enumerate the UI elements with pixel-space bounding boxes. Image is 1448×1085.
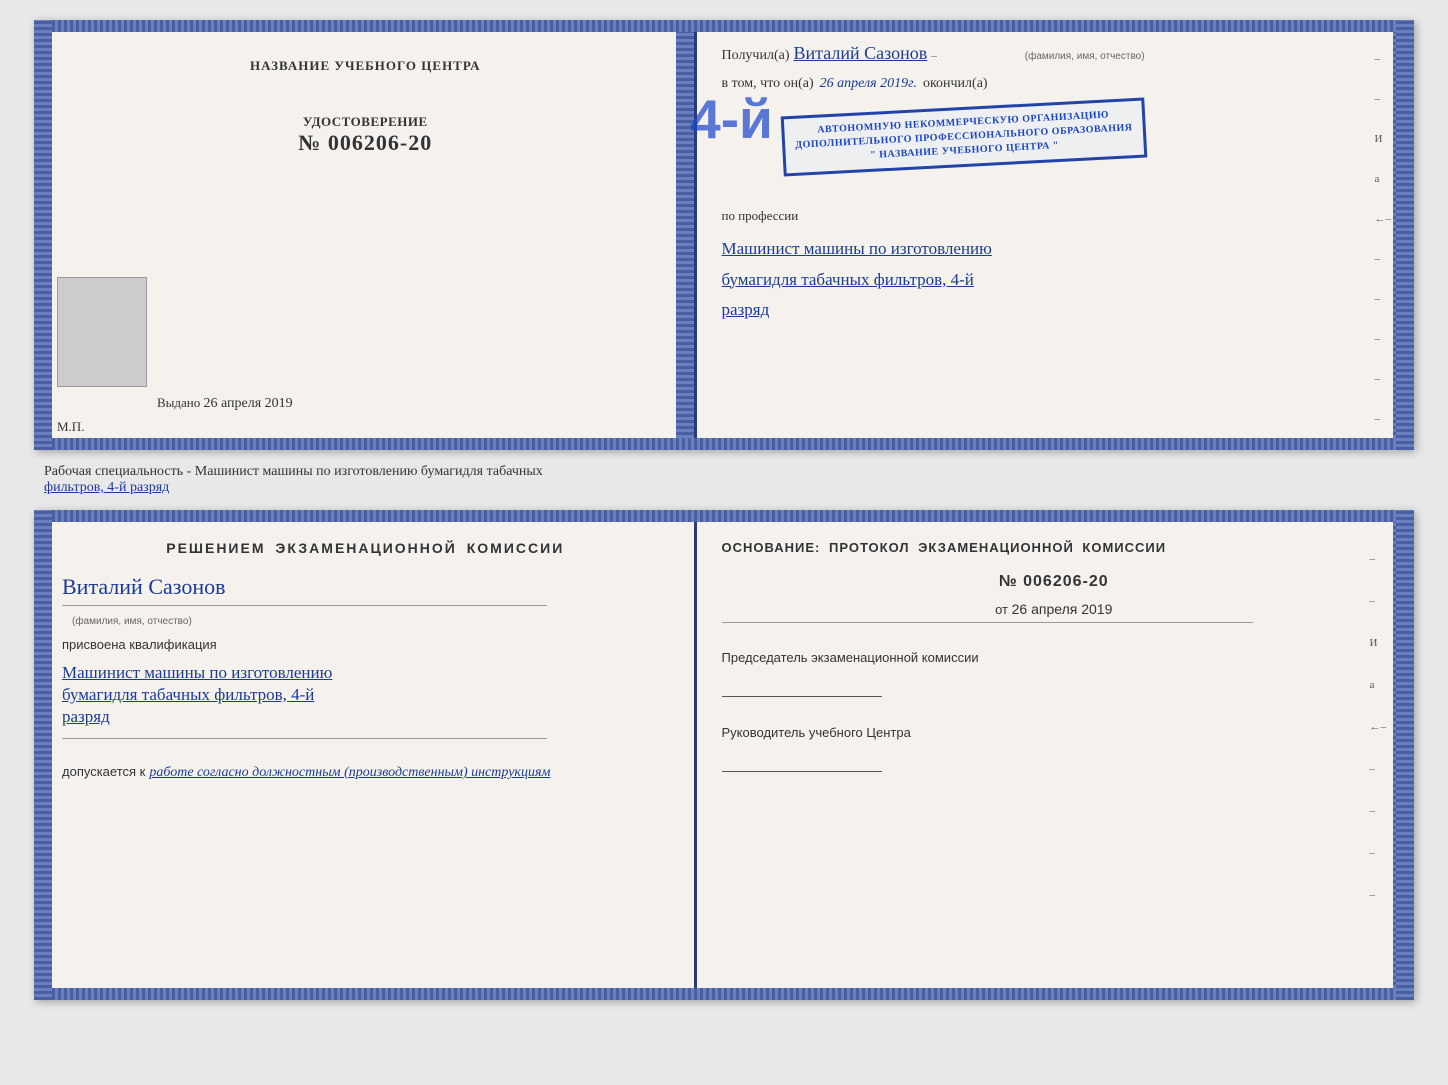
- received-label: Получил(а): [722, 48, 790, 64]
- border-right-b: [1396, 510, 1414, 1000]
- bottom-left-page: Решением экзаменационной комиссии Витали…: [37, 513, 697, 997]
- name-line: Виталий Сазонов (фамилия, имя, отчество): [62, 574, 669, 629]
- bottom-certificate-book: Решением экзаменационной комиссии Витали…: [34, 510, 1414, 1000]
- border-top-b: [34, 510, 1414, 522]
- allows-hw: работе согласно должностным (производств…: [149, 765, 550, 781]
- date-divider: [722, 622, 1254, 623]
- border-bottom: [34, 438, 1414, 450]
- cert-number: № 006206-20: [298, 130, 432, 156]
- bottom-name-hw: Виталий Сазонов: [62, 574, 669, 600]
- finished-label: окончил(а): [923, 76, 988, 92]
- border-left-b: [34, 510, 52, 1000]
- training-center-title: НАЗВАНИЕ УЧЕБНОГО ЦЕНТРА: [250, 58, 481, 74]
- issued-line: Выдано 26 апреля 2019: [157, 395, 293, 412]
- cert-number-block: УДОСТОВЕРЕНИЕ № 006206-20: [298, 114, 432, 156]
- from-date: от 26 апреля 2019: [722, 601, 1386, 617]
- from-date-val: 26 апреля 2019: [1012, 601, 1113, 617]
- profession-hw3: разряд: [722, 295, 1386, 326]
- stamp-box: АВТОНОМНУЮ НЕКОММЕРЧЕСКУЮ ОРГАНИЗАЦИЮ ДО…: [780, 98, 1146, 177]
- name-hint: (фамилия, имя, отчество): [72, 616, 192, 627]
- border-bottom-b: [34, 988, 1414, 1000]
- cert-label: УДОСТОВЕРЕНИЕ: [298, 114, 432, 130]
- issued-label: Выдано: [157, 395, 200, 410]
- stamp-area: 4-й АВТОНОМНУЮ НЕКОММЕРЧЕСКУЮ ОРГАНИЗАЦИ…: [722, 102, 1386, 192]
- received-line: Получил(а) Виталий Сазонов – (фамилия, и…: [722, 43, 1386, 64]
- recipient-hint: (фамилия, имя, отчество): [1025, 51, 1145, 62]
- info-text: Рабочая специальность - Машинист машины …: [44, 464, 543, 479]
- top-certificate-book: НАЗВАНИЕ УЧЕБНОГО ЦЕНТРА УДОСТОВЕРЕНИЕ №…: [34, 20, 1414, 450]
- protocol-number: № 006206-20: [722, 573, 1386, 591]
- decision-title: Решением экзаменационной комиссии: [62, 538, 669, 559]
- qual-hw3: разряд: [62, 700, 669, 734]
- profession-label: по профессии: [722, 208, 1386, 224]
- from-label: от: [995, 602, 1008, 617]
- side-dashes-right: – – И а ←– – – – –: [1369, 553, 1386, 901]
- border-top: [34, 20, 1414, 32]
- chairman-signature: [722, 672, 882, 697]
- tom-date: 26 апреля 2019г.: [820, 76, 917, 92]
- info-bar: Рабочая специальность - Машинист машины …: [34, 458, 1414, 502]
- issued-date: 26 апреля 2019: [204, 396, 293, 411]
- qual-divider: [62, 738, 547, 739]
- mp-label: М.П.: [57, 419, 84, 435]
- document-wrapper: НАЗВАНИЕ УЧЕБНОГО ЦЕНТРА УДОСТОВЕРЕНИЕ №…: [34, 20, 1414, 1000]
- recipient-name: Виталий Сазонов: [794, 43, 928, 64]
- top-right-page: Получил(а) Виталий Сазонов – (фамилия, и…: [697, 23, 1411, 447]
- tom-line: в том, что он(а) 26 апреля 2019г. окончи…: [722, 76, 1386, 92]
- top-left-page: НАЗВАНИЕ УЧЕБНОГО ЦЕНТРА УДОСТОВЕРЕНИЕ №…: [37, 23, 697, 447]
- chairman-label: Председатель экзаменационной комиссии: [722, 648, 1386, 668]
- border-left: [34, 20, 52, 450]
- profession-hw1: Машинист машины по изготовлению: [722, 234, 1386, 265]
- chairman-block: Председатель экзаменационной комиссии: [722, 648, 1386, 703]
- director-block: Руководитель учебного Центра: [722, 723, 1386, 778]
- assigned-label: присвоена квалификация: [62, 637, 669, 652]
- profession-hw2: бумагидля табачных фильтров, 4-й: [722, 265, 1386, 296]
- side-dashes: – – И а ←– – – – – –: [1374, 53, 1391, 425]
- director-signature: [722, 747, 882, 772]
- info-text2: фильтров, 4-й разряд: [44, 480, 169, 495]
- name-divider: [62, 605, 547, 606]
- basis-title: Основание: протокол экзаменационной коми…: [722, 538, 1386, 558]
- photo-placeholder: [57, 277, 147, 387]
- allows-line: допускается к работе согласно должностны…: [62, 764, 669, 781]
- allows-label: допускается к: [62, 764, 145, 779]
- bottom-right-page: Основание: протокол экзаменационной коми…: [697, 513, 1411, 997]
- director-label: Руководитель учебного Центра: [722, 723, 1386, 743]
- four-badge: 4-й: [690, 87, 773, 151]
- border-right: [1396, 20, 1414, 450]
